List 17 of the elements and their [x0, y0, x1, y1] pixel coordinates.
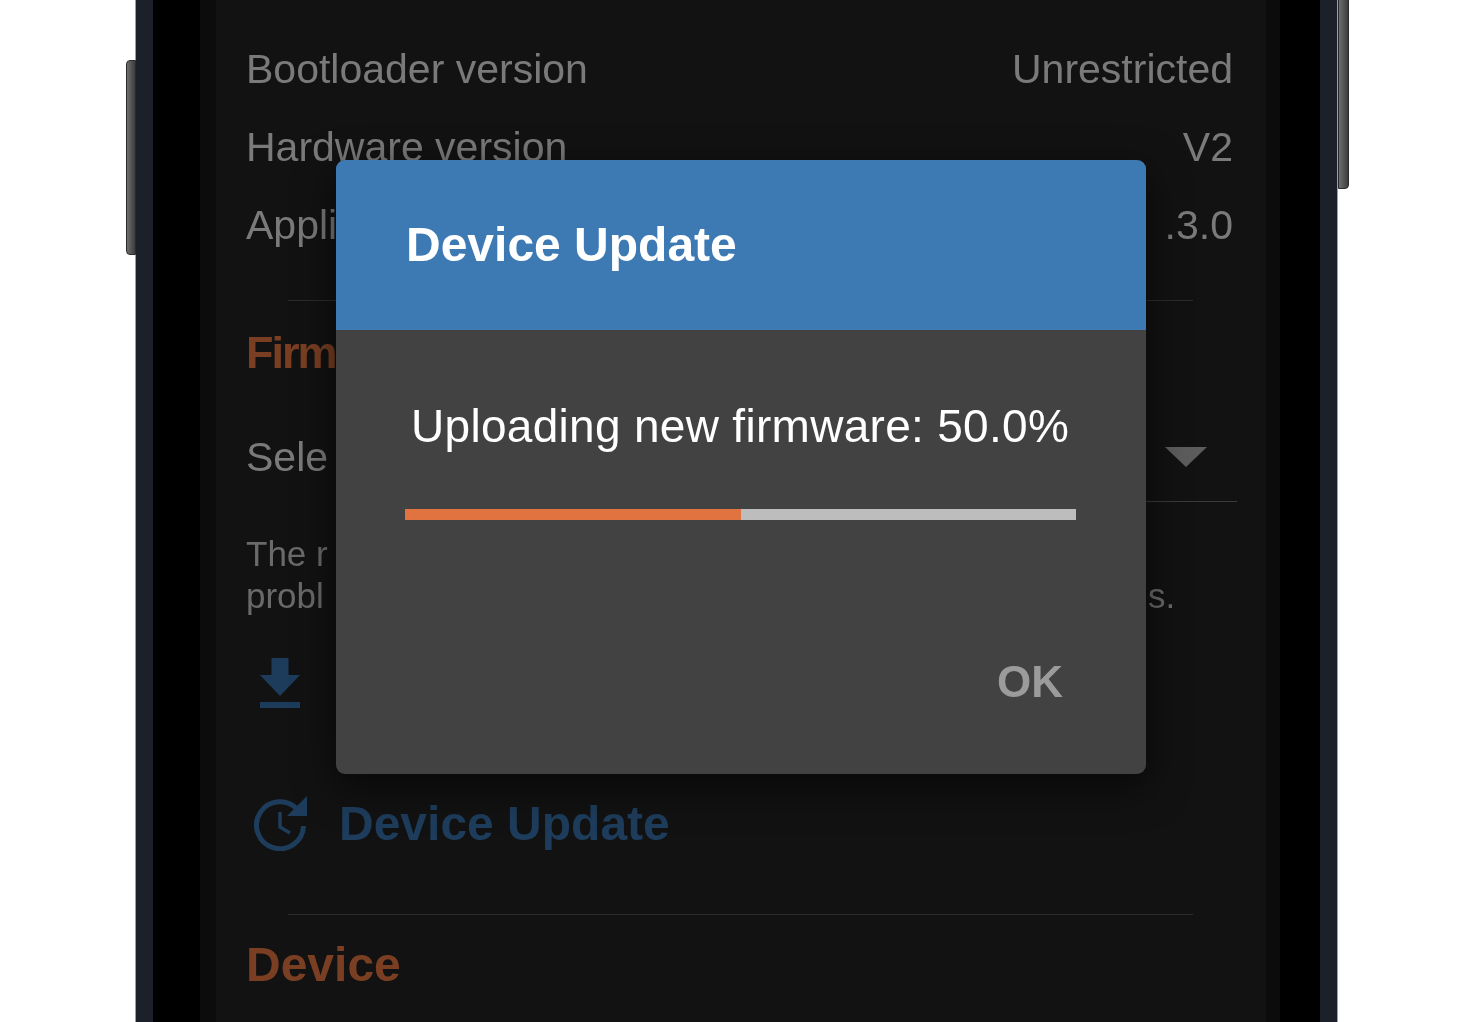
info-value: V2: [1182, 126, 1233, 168]
info-value: .3.0: [1164, 204, 1233, 246]
history-icon: [253, 795, 307, 851]
dialog-message: Uploading new firmware: 50.0%: [411, 399, 1070, 454]
info-value: Unrestricted: [1012, 48, 1233, 90]
section-title: Firm: [245, 326, 336, 380]
info-label: Appli: [246, 204, 338, 246]
section-title: Device: [245, 937, 401, 993]
select-label: Sele: [246, 436, 329, 478]
note-text: s.: [1148, 576, 1176, 616]
dialog-title: Device Update: [406, 217, 737, 273]
caret-icon: [1165, 446, 1207, 467]
download-icon[interactable]: [260, 658, 300, 708]
note-text: probl: [246, 576, 324, 616]
note-text: The r: [246, 534, 328, 574]
info-label: Bootloader version: [246, 48, 588, 90]
info-label: Hardware version: [246, 126, 568, 168]
